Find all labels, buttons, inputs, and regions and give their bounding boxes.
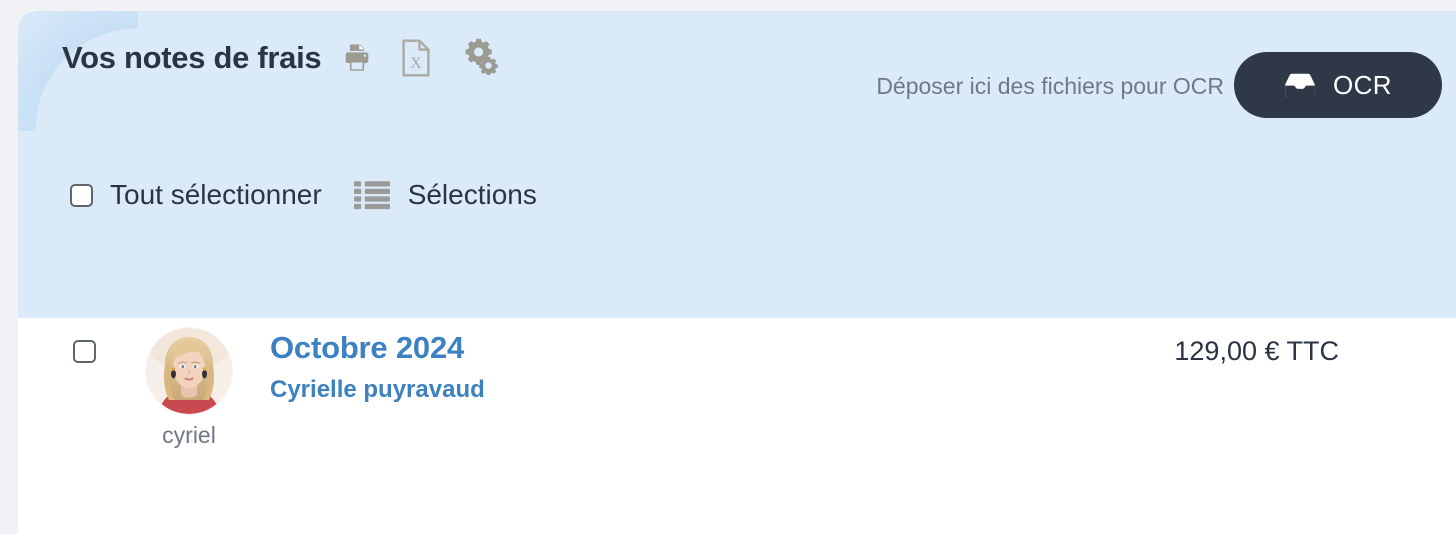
- row-title-link[interactable]: Octobre 2024: [270, 330, 485, 366]
- title-block: Vos notes de frais X: [62, 37, 499, 77]
- ocr-button[interactable]: OCR: [1234, 52, 1442, 118]
- avatar: [146, 328, 232, 414]
- list-icon: [353, 180, 390, 210]
- row-amount: 129,00 € TTC: [1174, 336, 1339, 366]
- ocr-drop-zone-text: Déposer ici des fichiers pour OCR: [876, 73, 1224, 99]
- settings-gears-icon[interactable]: [460, 37, 499, 75]
- ocr-button-label: OCR: [1333, 69, 1392, 100]
- select-all-label[interactable]: Tout sélectionner: [110, 179, 322, 211]
- card-header: Vos notes de frais X Déposer ici des fic…: [18, 11, 1456, 318]
- selections-button[interactable]: Sélections: [353, 179, 537, 211]
- table-row[interactable]: cyriel Octobre 2024 Cyrielle puyravaud 1…: [18, 318, 1456, 534]
- inbox-tray-icon: [1284, 72, 1316, 98]
- row-select-checkbox[interactable]: [73, 340, 96, 363]
- header-top-bar: Vos notes de frais X Déposer ici des fic…: [18, 11, 1456, 133]
- avatar-cell: cyriel: [136, 328, 242, 449]
- page-title: Vos notes de frais: [62, 40, 322, 75]
- selection-toolbar: Tout sélectionner Sélections: [70, 179, 537, 211]
- excel-export-icon[interactable]: X: [400, 39, 432, 77]
- row-main: Octobre 2024 Cyrielle puyravaud: [270, 330, 485, 404]
- select-all-checkbox[interactable]: [70, 183, 93, 207]
- expense-list: cyriel Octobre 2024 Cyrielle puyravaud 1…: [18, 318, 1456, 534]
- expense-notes-card: Vos notes de frais X Déposer ici des fic…: [18, 11, 1456, 534]
- print-icon[interactable]: [340, 41, 374, 75]
- svg-text:X: X: [411, 55, 422, 72]
- row-subtitle-link[interactable]: Cyrielle puyravaud: [270, 376, 485, 404]
- avatar-username: cyriel: [162, 422, 216, 448]
- selections-label: Sélections: [407, 179, 537, 210]
